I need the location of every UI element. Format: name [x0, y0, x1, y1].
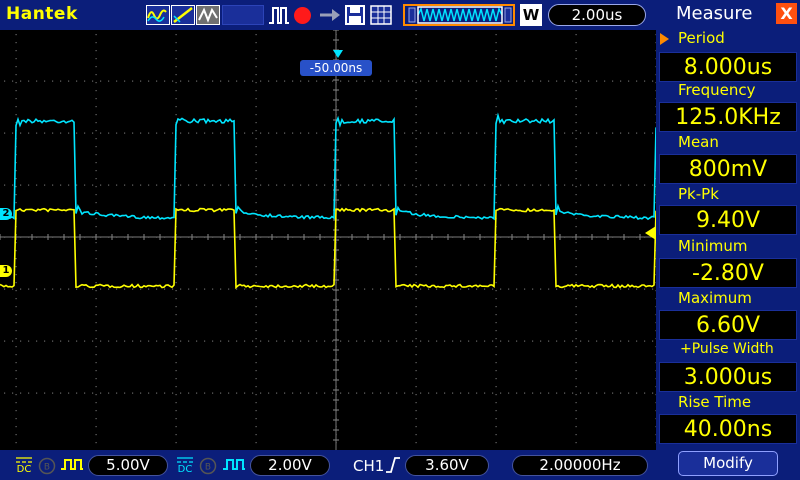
waveform-mode-button[interactable]: W [520, 4, 542, 26]
arrow-icon[interactable] [318, 5, 342, 25]
measure-label-pulse-width[interactable]: +Pulse Width [680, 341, 800, 357]
waveform-display: -50.00ns 2 1 [0, 30, 656, 450]
grid-icon[interactable] [370, 5, 392, 25]
measure-panel: Measure X Period 8.000us Frequency 125.0… [656, 0, 800, 480]
ch2-invert-icon [223, 459, 245, 470]
persistence-icon[interactable] [196, 5, 220, 25]
measure-label-pk-pk[interactable]: Pk-Pk [678, 185, 798, 203]
trigger-position-marker [333, 50, 343, 58]
measure-label-frequency[interactable]: Frequency [678, 81, 798, 99]
selected-arrow-icon [660, 33, 669, 45]
ch1-scale[interactable]: 5.00V [88, 455, 168, 476]
modify-button[interactable]: Modify [678, 451, 778, 476]
brand-logo: Hantek [6, 4, 78, 24]
top-toolbar: Hantek W 2.00us [0, 0, 656, 30]
ch1-coupling[interactable]: DC [14, 456, 34, 475]
ch1-marker[interactable]: 1 [0, 265, 12, 277]
graticule [0, 30, 656, 450]
ch2-trace [0, 112, 656, 221]
trigger-slope-icon [386, 457, 400, 473]
frequency-counter[interactable]: 2.00000Hz [512, 455, 648, 476]
svg-text:B: B [205, 463, 211, 473]
record-icon[interactable] [294, 7, 311, 24]
waveform-icon[interactable] [146, 5, 170, 25]
ch2-marker[interactable]: 2 [0, 208, 12, 220]
trigger-level[interactable]: 3.60V [405, 455, 489, 476]
ch1-invert-icon [61, 459, 83, 470]
measure-value-pk-pk[interactable]: 9.40V [659, 205, 797, 235]
measure-label-mean[interactable]: Mean [678, 133, 798, 151]
measure-value-minimum[interactable]: -2.80V [659, 258, 797, 288]
ch2-scale[interactable]: 2.00V [250, 455, 330, 476]
save-icon[interactable] [344, 5, 366, 25]
measure-value-maximum[interactable]: 6.60V [659, 310, 797, 340]
close-button[interactable]: X [776, 3, 797, 24]
slope-icon[interactable] [171, 5, 195, 25]
bandwidth-limit-icon: B [38, 457, 56, 475]
measure-value-pulse-width[interactable]: 3.000us [659, 362, 797, 392]
svg-text:B: B [44, 463, 50, 473]
measure-label-period[interactable]: Period [678, 29, 798, 47]
ch2-coupling[interactable]: DC [175, 456, 195, 475]
trigger-source[interactable]: CH1 [353, 457, 384, 475]
measure-header: Measure X [656, 0, 800, 28]
trigger-position-label[interactable]: -50.00ns [300, 60, 372, 76]
measure-value-frequency[interactable]: 125.0KHz [659, 102, 797, 132]
status-bar: DC B 5.00V DC B 2.00V CH1 3.60V 2.00000H… [0, 450, 656, 480]
measure-value-period[interactable]: 8.000us [659, 52, 797, 82]
timebase-display[interactable]: 2.00us [548, 4, 646, 26]
trigger-level-marker [645, 226, 656, 240]
status-slot [222, 5, 264, 25]
measure-value-mean[interactable]: 800mV [659, 154, 797, 184]
ch1-trace [0, 207, 656, 290]
bandwidth-limit-icon: B [199, 457, 217, 475]
measure-label-rise-time[interactable]: Rise Time [678, 393, 798, 411]
measure-title: Measure [676, 3, 753, 24]
trigger-mode-icon[interactable] [268, 5, 290, 25]
measure-value-rise-time[interactable]: 40.00ns [659, 414, 797, 444]
memory-depth-icon[interactable] [403, 4, 515, 26]
measure-label-minimum[interactable]: Minimum [678, 237, 798, 255]
measure-label-maximum[interactable]: Maximum [678, 289, 798, 307]
